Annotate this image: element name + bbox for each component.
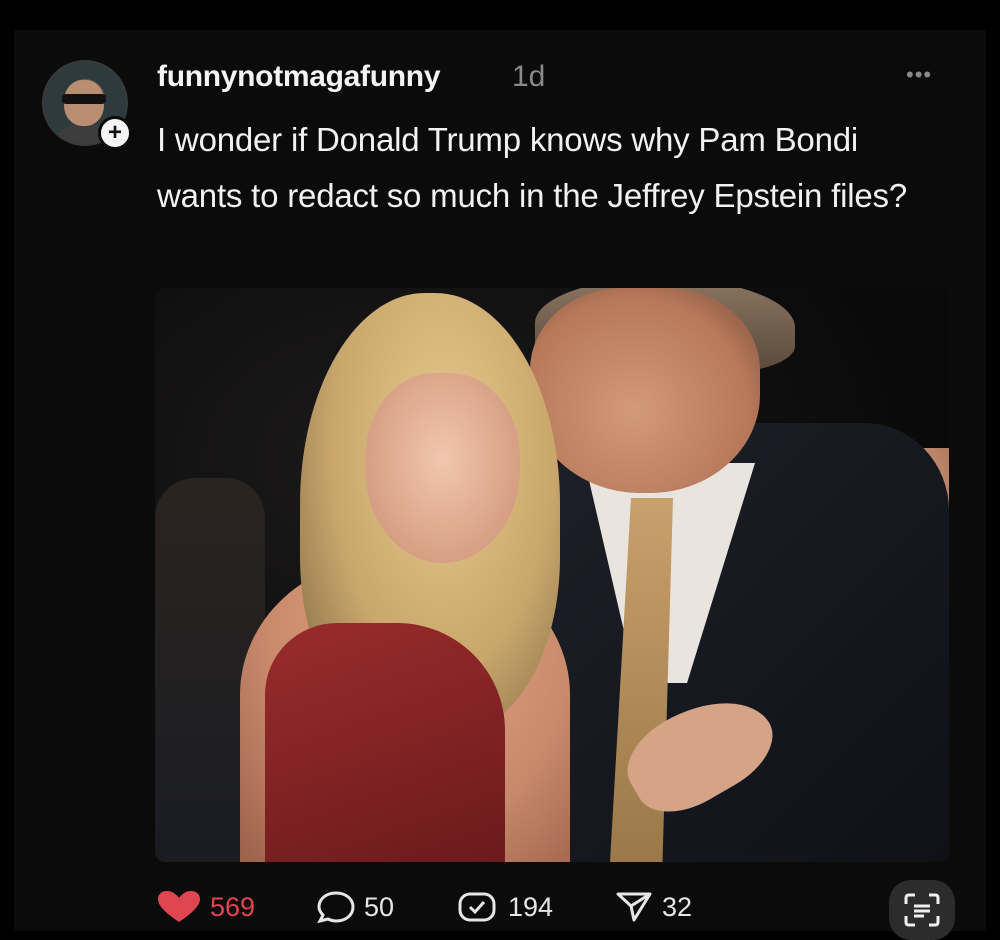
repost-count: 194 [508, 891, 554, 922]
share-button[interactable]: 32 [614, 890, 692, 924]
comment-icon [317, 891, 355, 924]
woman-face [365, 373, 520, 563]
post-time: 1d [512, 60, 546, 93]
comment-button[interactable]: 50 [316, 890, 394, 924]
man-head [530, 288, 760, 493]
action-bar: 569 50 194 32 [0, 890, 1000, 931]
comment-count: 50 [364, 891, 395, 922]
more-options-icon[interactable]: ••• [906, 62, 932, 88]
woman-dress [265, 623, 505, 862]
scan-icon [904, 893, 940, 927]
avatar-sunglasses [62, 94, 106, 104]
post-text: I wonder if Donald Trump knows why Pam B… [157, 121, 908, 214]
repost-icon [458, 892, 496, 922]
scan-button[interactable] [889, 880, 955, 940]
like-button[interactable]: 569 [156, 890, 255, 924]
share-icon [616, 892, 652, 922]
like-count: 569 [210, 891, 256, 922]
repost-button[interactable]: 194 [456, 890, 553, 924]
post-image[interactable] [155, 288, 949, 862]
follow-plus-icon[interactable]: + [98, 116, 132, 150]
heart-icon [158, 891, 200, 922]
username[interactable]: funnynotmagafunny [157, 60, 441, 94]
share-count: 32 [662, 891, 693, 922]
